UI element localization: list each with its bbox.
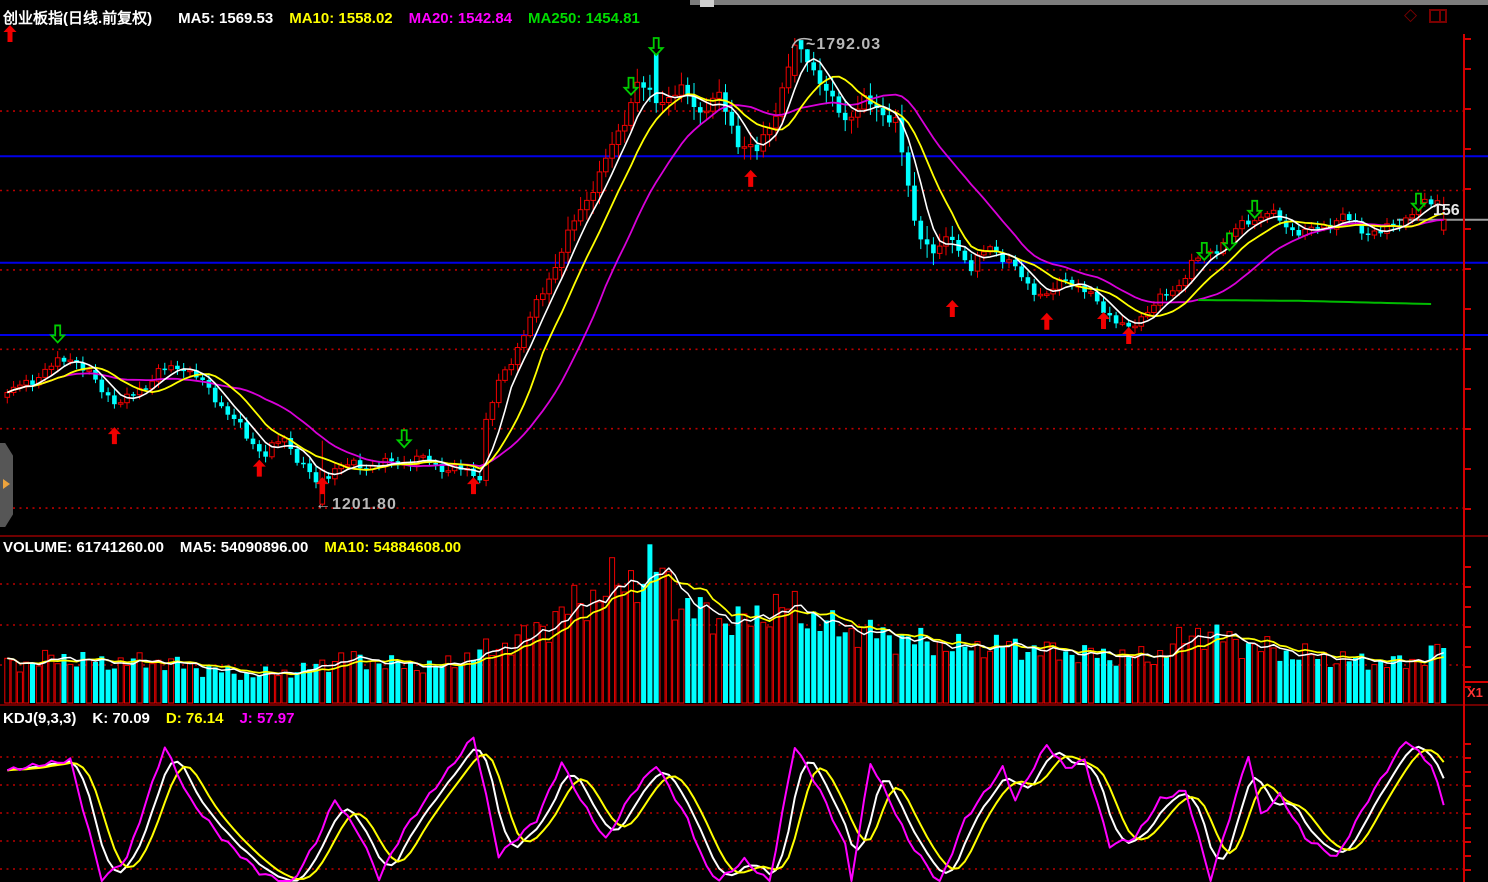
chart-app-window: 创业板指(日线.前复权) MA5: 1569.53 MA10: 1558.02 MA2… <box>0 0 1488 882</box>
axis-tick <box>1463 646 1471 648</box>
volume-chart-canvas[interactable] <box>0 537 1463 705</box>
axis-tick <box>1463 743 1471 745</box>
volume-value: VOLUME: 61741260.00 <box>3 539 164 556</box>
instrument-title: 创业板指(日线.前复权) <box>3 10 152 27</box>
axis-tick <box>1463 38 1471 40</box>
high-price-annotation: ~1792.03 <box>806 36 881 54</box>
axis-tick <box>1463 468 1471 470</box>
axis-tick <box>1463 566 1471 568</box>
panel-separator <box>0 535 1488 537</box>
price-panel-header: 创业板指(日线.前复权) MA5: 1569.53 MA10: 1558.02 MA2… <box>3 7 656 28</box>
axis-tick <box>1463 841 1471 843</box>
axis-tick <box>1463 148 1471 150</box>
kdj-j-value: J: 57.97 <box>239 710 294 727</box>
axis-tick <box>1463 108 1471 110</box>
titlebar-button[interactable] <box>700 0 714 7</box>
volume-unit-label: X1 <box>1467 685 1483 700</box>
kdj-k-value: K: 70.09 <box>92 710 150 727</box>
axis-tick <box>1463 785 1471 787</box>
low-price-annotation: ←1201.80 <box>315 496 397 514</box>
panel-separator <box>0 704 1488 706</box>
volume-panel-header: VOLUME: 61741260.00 MA5: 54090896.00 MA10:… <box>3 539 477 556</box>
volume-ma10-legend: MA10: 54884608.00 <box>324 539 461 556</box>
axis-tick <box>1463 869 1471 871</box>
ma20-legend: MA20: 1542.84 <box>409 10 512 27</box>
axis-tick <box>1463 268 1471 270</box>
axis-tick <box>1463 827 1471 829</box>
axis-tick <box>1463 348 1471 350</box>
price-chart-canvas[interactable] <box>0 30 1488 536</box>
sidebar-expand-arrow-icon[interactable] <box>3 479 10 489</box>
axis-tick <box>1463 666 1471 668</box>
axis-tick <box>1463 771 1471 773</box>
right-price-axis <box>1463 34 1465 882</box>
axis-tick <box>1463 508 1471 510</box>
kdj-panel-header: KDJ(9,3,3) K: 70.09 D: 76.14 J: 57.97 <box>3 710 311 727</box>
split-window-icon-bar <box>1439 11 1441 21</box>
axis-tick <box>1463 188 1471 190</box>
ma10-legend: MA10: 1558.02 <box>289 10 392 27</box>
kdj-indicator-name: KDJ(9,3,3) <box>3 710 76 727</box>
kdj-d-value: D: 76.14 <box>166 710 224 727</box>
axis-tick <box>1463 428 1471 430</box>
axis-tick <box>1463 388 1471 390</box>
axis-tick <box>1463 68 1471 70</box>
ma5-legend: MA5: 1569.53 <box>178 10 273 27</box>
axis-tick <box>1463 813 1471 815</box>
axis-tick <box>1463 757 1471 759</box>
last-price-label: 156 <box>1433 202 1460 220</box>
titlebar-strip <box>690 0 1488 5</box>
axis-tick <box>1463 586 1471 588</box>
volume-ma5-legend: MA5: 54090896.00 <box>180 539 308 556</box>
axis-tick <box>1463 799 1471 801</box>
ma250-legend: MA250: 1454.81 <box>528 10 640 27</box>
axis-tick <box>1463 855 1471 857</box>
axis-tick <box>1463 626 1471 628</box>
axis-tick <box>1463 308 1471 310</box>
diamond-icon[interactable]: ◇ <box>1404 5 1417 25</box>
axis-tick <box>1463 606 1471 608</box>
split-window-icon[interactable] <box>1429 9 1447 23</box>
kdj-chart-canvas[interactable] <box>0 707 1463 882</box>
axis-tick <box>1463 228 1471 230</box>
volume-unit-box-line <box>1463 681 1488 683</box>
